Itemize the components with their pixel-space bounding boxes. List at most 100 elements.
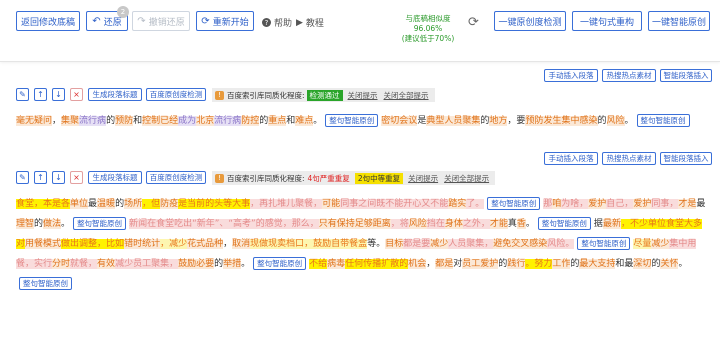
highlighted-text[interactable]: 只有 (318, 219, 337, 229)
highlighted-text[interactable]: 可能 (322, 199, 341, 209)
highlighted-text[interactable]: 流行病 (214, 116, 242, 126)
highlighted-text[interactable]: 香 (516, 219, 526, 229)
highlighted-text[interactable]: 已经 (160, 116, 179, 126)
move-up-icon-2[interactable]: ↑ (34, 171, 47, 184)
sentence-rewrite-button[interactable]: 整句智能原创 (325, 114, 379, 127)
highlighted-text[interactable]: 减少员工聚集， (115, 259, 179, 269)
highlighted-text[interactable]: 现做现卖档口，鼓励自带餐盒 (250, 239, 368, 249)
highlighted-text[interactable]: ，不少 (620, 219, 648, 229)
highlighted-text[interactable]: ，再扎堆儿聚餐， (250, 199, 323, 209)
hot-material-button[interactable]: 热搜热点素材 (602, 69, 656, 82)
highlighted-text[interactable]: 自己， (606, 199, 634, 209)
highlighted-text[interactable]: 理智 (16, 219, 35, 229)
highlighted-text[interactable]: 风险 (408, 219, 427, 229)
highlighted-text[interactable]: 。努力 (525, 259, 553, 269)
highlighted-text[interactable]: 尽量 (633, 239, 652, 249)
highlighted-text[interactable]: 才能 (489, 219, 508, 229)
highlighted-text[interactable]: 减少 (430, 239, 449, 249)
highlighted-text[interactable]: 了。 (466, 199, 485, 209)
highlighted-text[interactable]: 那 (543, 199, 553, 209)
highlighted-text[interactable]: 防控 (241, 116, 260, 126)
highlighted-text[interactable]: 咱 (552, 199, 562, 209)
smart-insert-button[interactable]: 智能段落插入 (660, 69, 712, 82)
sentence-rewrite-button[interactable]: 整句智能原创 (487, 197, 541, 210)
highlighted-text[interactable]: 感染 (529, 239, 548, 249)
generate-title-button[interactable]: 生成段落标题 (88, 88, 142, 101)
highlighted-text[interactable]: 避免 (493, 239, 512, 249)
close-all-hints-link-2[interactable]: 关闭全部提示 (444, 173, 489, 184)
highlighted-text[interactable]: 聚集 (462, 116, 481, 126)
move-down-icon-2[interactable]: ↓ (52, 171, 65, 184)
highlighted-text[interactable]: 同事之间既不能开心又不能 (340, 199, 449, 209)
highlighted-text[interactable]: 毫无疑问 (16, 116, 53, 126)
highlighted-text[interactable]: 防疫 (160, 199, 179, 209)
highlighted-text[interactable]: 发生 (543, 116, 562, 126)
highlighted-text[interactable]: 人员聚集， (448, 239, 494, 249)
highlighted-text[interactable]: 流行病 (79, 116, 107, 126)
highlighted-text[interactable]: 员工 (462, 259, 481, 269)
highlighted-text[interactable]: 最大 (579, 259, 598, 269)
highlighted-text[interactable]: 难点 (295, 116, 314, 126)
highlighted-text[interactable]: 必要 (196, 259, 215, 269)
highlighted-text[interactable]: 就餐， (70, 259, 98, 269)
highlighted-text[interactable]: 统计 (142, 239, 161, 249)
highlighted-text[interactable]: 挡在 (426, 219, 445, 229)
highlighted-text[interactable]: 都是要 (403, 239, 431, 249)
highlighted-text[interactable]: 密切 (381, 116, 400, 126)
baidu-check-button[interactable]: 百度原创度检测 (146, 88, 206, 101)
manual-insert-button-2[interactable]: 手动插入段落 (544, 152, 598, 165)
highlighted-text[interactable]: 减少 (651, 239, 670, 249)
highlighted-text[interactable]: 都是 (435, 259, 454, 269)
move-up-icon[interactable]: ↑ (34, 88, 47, 101)
one-click-check-button[interactable]: 一键原创度检测 (494, 11, 566, 31)
highlighted-text[interactable]: 做法 (43, 219, 62, 229)
highlighted-text[interactable]: 会议 (399, 116, 418, 126)
highlighted-text[interactable]: 做出调整，比如 (61, 239, 125, 249)
manual-insert-button[interactable]: 手动插入段落 (544, 69, 598, 82)
highlighted-text[interactable]: 工作 (552, 259, 571, 269)
one-click-restructure-button[interactable]: 一键句式重构 (572, 11, 642, 31)
close-hint-link[interactable]: 关闭提示 (348, 90, 378, 101)
highlighted-text[interactable]: 场所 (124, 199, 143, 209)
highlighted-text[interactable]: 保持 (336, 219, 355, 229)
back-to-draft-button[interactable]: 返回修改底稿 (16, 11, 80, 31)
highlighted-text[interactable]: 才是 (678, 199, 697, 209)
close-hint-link-2[interactable]: 关闭提示 (408, 173, 438, 184)
highlighted-text[interactable]: 地方 (489, 116, 508, 126)
highlighted-text[interactable]: 感染 (579, 116, 598, 126)
sentence-rewrite-button[interactable]: 整句智能原创 (577, 237, 631, 250)
highlighted-text[interactable]: 为啥， (561, 199, 589, 209)
baidu-check-button-2[interactable]: 百度原创度检测 (146, 171, 206, 184)
sentence-rewrite-button[interactable]: 整句智能原创 (73, 217, 127, 230)
edit-icon[interactable]: ✎ (16, 88, 29, 101)
highlighted-text[interactable]: 集聚 (61, 116, 80, 126)
delete-icon-2[interactable]: × (70, 171, 83, 184)
highlighted-text[interactable]: 身体 (444, 219, 463, 229)
delete-icon[interactable]: × (70, 88, 83, 101)
highlighted-text[interactable]: 风险。 (547, 239, 575, 249)
highlighted-text[interactable]: 控制 (142, 116, 161, 126)
highlighted-text[interactable]: 最新 (602, 219, 621, 229)
highlighted-text[interactable]: 支持 (597, 259, 616, 269)
highlighted-text[interactable]: 风险 (606, 116, 625, 126)
move-down-icon[interactable]: ↓ (52, 88, 65, 101)
highlighted-text[interactable]: 之外， (462, 219, 490, 229)
highlighted-text[interactable]: 机会 (408, 259, 427, 269)
redo-button[interactable]: ↷ 撤销还原 (132, 11, 190, 31)
close-all-hints-link[interactable]: 关闭全部提示 (384, 90, 429, 101)
highlighted-text[interactable]: 距离 (372, 219, 391, 229)
highlighted-text[interactable]: 是当前的 (178, 199, 215, 209)
highlighted-text[interactable]: 单位 (70, 199, 89, 209)
highlighted-text[interactable]: 预防 (115, 116, 134, 126)
sentence-rewrite-button[interactable]: 整句智能原创 (19, 277, 72, 290)
highlighted-text[interactable]: 举措 (223, 259, 242, 269)
highlighted-text[interactable]: 错时 (124, 239, 143, 249)
highlighted-text[interactable]: 不给 (309, 259, 328, 269)
highlighted-text[interactable]: 同事， (651, 199, 679, 209)
refresh-similarity-icon[interactable]: ⟳ (468, 15, 479, 30)
highlighted-text[interactable]: 北京 (196, 116, 215, 126)
highlighted-text[interactable]: ，减少 (160, 239, 188, 249)
highlighted-text[interactable]: 践行 (507, 259, 526, 269)
highlighted-text[interactable]: 新闻在食堂吃出“新年”、“高考”的感觉，那么， (129, 219, 319, 229)
sentence-rewrite-button[interactable]: 整句智能原创 (636, 114, 690, 127)
